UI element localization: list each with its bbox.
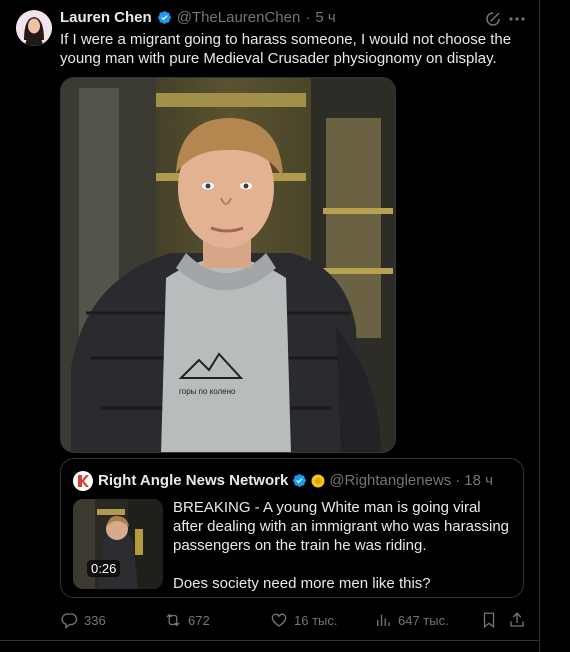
share-icon: [510, 612, 524, 627]
quoted-author-handle[interactable]: @Rightanglenews: [329, 472, 451, 489]
views-chart-icon: [377, 614, 390, 626]
tweet-time[interactable]: 5 ч: [315, 9, 335, 26]
quoted-text-paragraph-1: BREAKING - A young White man is going vi…: [173, 499, 509, 554]
quoted-tweet-header: Right Angle News Network @Rightanglenews…: [98, 472, 493, 489]
photo-young-man: горы по колено: [61, 78, 395, 452]
bookmark-button[interactable]: [480, 608, 498, 632]
tweet-action-bar: 336 672 16 тыс. 647 тыс.: [60, 608, 530, 632]
repost-button[interactable]: 672: [164, 608, 210, 632]
repost-icon: [166, 613, 180, 627]
quoted-tweet-text: BREAKING - A young White man is going vi…: [173, 498, 513, 593]
quoted-author-avatar[interactable]: [73, 471, 93, 491]
repost-count: 672: [188, 612, 210, 628]
quoted-text-paragraph-2: Does society need more men like this?: [173, 575, 431, 592]
reply-count: 336: [84, 612, 106, 628]
separator-dot: ·: [455, 472, 461, 489]
verified-badge-icon: [157, 11, 171, 24]
tweet-text: If I were a migrant going to harass some…: [60, 31, 512, 67]
like-button[interactable]: 16 тыс.: [270, 608, 337, 632]
tweet-header: Lauren Chen @TheLaurenChen · 5 ч: [60, 9, 534, 26]
share-button[interactable]: [508, 608, 526, 632]
bookmark-icon: [483, 612, 495, 629]
quoted-tweet-time[interactable]: 18 ч: [464, 472, 493, 489]
author-avatar[interactable]: [16, 10, 52, 46]
author-name[interactable]: Lauren Chen: [60, 9, 152, 26]
heart-icon: [271, 613, 287, 627]
views-count: 647 тыс.: [398, 612, 449, 628]
quoted-author-name[interactable]: Right Angle News Network: [98, 472, 288, 489]
hoodie-print-text: горы по колено: [179, 387, 236, 396]
verified-badge-icon: [293, 474, 307, 487]
separator-dot: ·: [305, 9, 311, 26]
tweet-image[interactable]: горы по колено: [60, 77, 396, 453]
more-options-icon[interactable]: [508, 14, 526, 24]
reply-button[interactable]: 336: [60, 608, 106, 632]
author-handle[interactable]: @TheLaurenChen: [177, 9, 301, 26]
divider: [0, 640, 540, 641]
views-button[interactable]: 647 тыс.: [374, 608, 449, 632]
reply-icon: [61, 613, 78, 629]
quoted-video-thumbnail[interactable]: 0:26: [73, 499, 163, 589]
video-duration: 0:26: [87, 560, 121, 577]
grok-icon[interactable]: [484, 10, 502, 28]
quoted-tweet[interactable]: Right Angle News Network @Rightanglenews…: [60, 458, 524, 598]
like-count: 16 тыс.: [294, 612, 338, 628]
gold-badge-icon: [311, 474, 325, 487]
